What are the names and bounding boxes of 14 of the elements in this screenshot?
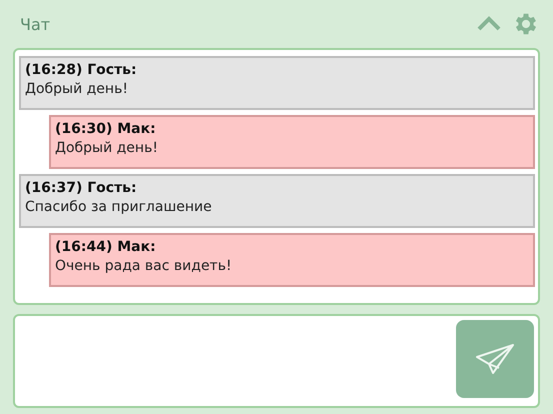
message-text: Спасибо за приглашение bbox=[25, 199, 213, 215]
message-text: Добрый день! bbox=[25, 81, 129, 97]
message-input[interactable] bbox=[13, 314, 540, 408]
message-header: (16:44) Мак: bbox=[55, 239, 157, 255]
message-text: Очень рада вас видеть! bbox=[55, 258, 233, 274]
message-header: (16:37) Гость: bbox=[25, 180, 138, 196]
message-text: Добрый день! bbox=[55, 140, 159, 156]
chat-title: Чат bbox=[20, 14, 50, 34]
message-header: (16:28) Гость: bbox=[25, 62, 138, 78]
send-button[interactable] bbox=[456, 320, 534, 398]
message-header: (16:30) Мак: bbox=[55, 121, 157, 137]
collapse-button[interactable] bbox=[476, 16, 502, 32]
paper-plane-icon bbox=[475, 342, 515, 376]
chevron-icon bbox=[476, 16, 502, 32]
